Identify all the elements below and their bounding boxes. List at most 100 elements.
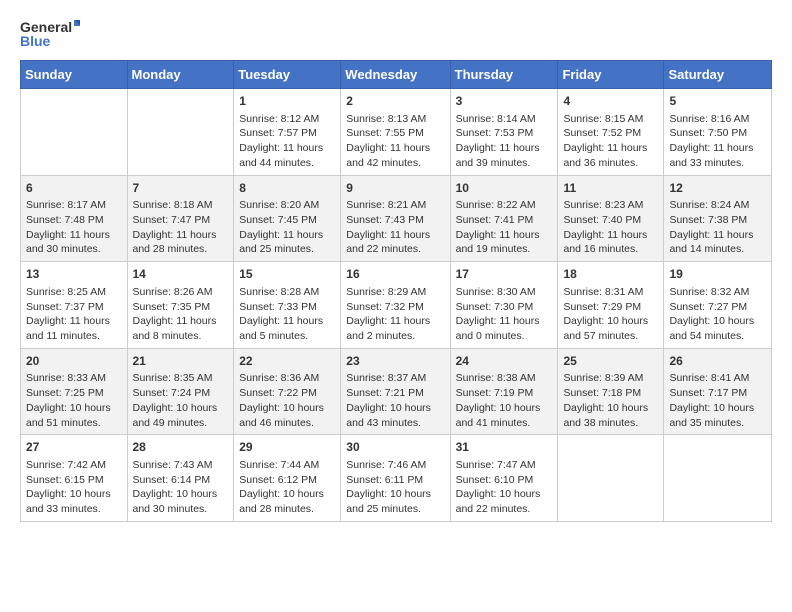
calendar-day-4: 4Sunrise: 8:15 AM Sunset: 7:52 PM Daylig…: [558, 89, 664, 176]
day-info: Sunrise: 8:41 AM Sunset: 7:17 PM Dayligh…: [669, 371, 766, 430]
calendar-day-29: 29 Sunrise: 7:44 AM Sunset: 6:12 PM Dayli…: [234, 435, 341, 522]
day-info: Sunrise: 8:17 AM Sunset: 7:48 PM Dayligh…: [26, 198, 122, 257]
calendar-day-7: 7Sunrise: 8:18 AM Sunset: 7:47 PM Daylig…: [127, 175, 234, 262]
calendar-day-21: 21Sunrise: 8:35 AM Sunset: 7:24 PM Dayli…: [127, 348, 234, 435]
day-info: Sunrise: 8:15 AM Sunset: 7:52 PM Dayligh…: [563, 112, 658, 171]
day-info: Sunrise: 8:30 AM Sunset: 7:30 PM Dayligh…: [456, 285, 553, 344]
day-number: 7: [133, 180, 229, 197]
calendar-week-row: 1 Sunrise: 8:12 AM Sunset: 7:57 PM Daylig…: [21, 89, 772, 176]
calendar-day-empty: [558, 435, 664, 522]
day-number: 24: [456, 353, 553, 370]
day-info: Sunrise: 8:12 AM Sunset: 7:57 PM Dayligh…: [239, 112, 335, 171]
calendar-week-row: 13 Sunrise: 8:25 AM Sunset: 7:37 PM Dayli…: [21, 262, 772, 349]
calendar-day-15: 15 Sunrise: 8:28 AM Sunset: 7:33 PM Dayli…: [234, 262, 341, 349]
day-info: Sunrise: 8:21 AM Sunset: 7:43 PM Dayligh…: [346, 198, 444, 257]
calendar-day-empty: [664, 435, 772, 522]
col-header-tuesday: Tuesday: [234, 61, 341, 89]
day-info: Sunrise: 8:37 AM Sunset: 7:21 PM Dayligh…: [346, 371, 444, 430]
day-info: Sunrise: 8:29 AM Sunset: 7:32 PM Dayligh…: [346, 285, 444, 344]
calendar-day-6: 6Sunrise: 8:17 AM Sunset: 7:48 PM Daylig…: [21, 175, 128, 262]
day-number: 23: [346, 353, 444, 370]
day-number: 13: [26, 266, 122, 283]
day-number: 26: [669, 353, 766, 370]
day-number: 30: [346, 439, 444, 456]
day-number: 15: [239, 266, 335, 283]
day-info: Sunrise: 7:44 AM Sunset: 6:12 PM Dayligh…: [239, 458, 335, 517]
day-number: 1: [239, 93, 335, 110]
day-number: 31: [456, 439, 553, 456]
calendar-day-20: 20Sunrise: 8:33 AM Sunset: 7:25 PM Dayli…: [21, 348, 128, 435]
day-number: 16: [346, 266, 444, 283]
day-info: Sunrise: 8:26 AM Sunset: 7:35 PM Dayligh…: [133, 285, 229, 344]
calendar-day-18: 18 Sunrise: 8:31 AM Sunset: 7:29 PM Dayli…: [558, 262, 664, 349]
calendar-week-row: 27Sunrise: 7:42 AM Sunset: 6:15 PM Dayli…: [21, 435, 772, 522]
day-number: 9: [346, 180, 444, 197]
calendar-day-2: 2Sunrise: 8:13 AM Sunset: 7:55 PM Daylig…: [341, 89, 450, 176]
day-number: 19: [669, 266, 766, 283]
calendar-week-row: 6Sunrise: 8:17 AM Sunset: 7:48 PM Daylig…: [21, 175, 772, 262]
page-header: General Blue: [20, 16, 772, 52]
col-header-wednesday: Wednesday: [341, 61, 450, 89]
calendar-day-26: 26Sunrise: 8:41 AM Sunset: 7:17 PM Dayli…: [664, 348, 772, 435]
day-number: 17: [456, 266, 553, 283]
day-info: Sunrise: 8:25 AM Sunset: 7:37 PM Dayligh…: [26, 285, 122, 344]
day-info: Sunrise: 8:24 AM Sunset: 7:38 PM Dayligh…: [669, 198, 766, 257]
calendar-table: SundayMondayTuesdayWednesdayThursdayFrid…: [20, 60, 772, 522]
calendar-day-22: 22Sunrise: 8:36 AM Sunset: 7:22 PM Dayli…: [234, 348, 341, 435]
day-info: Sunrise: 8:13 AM Sunset: 7:55 PM Dayligh…: [346, 112, 444, 171]
calendar-day-25: 25Sunrise: 8:39 AM Sunset: 7:18 PM Dayli…: [558, 348, 664, 435]
calendar-day-14: 14 Sunrise: 8:26 AM Sunset: 7:35 PM Dayli…: [127, 262, 234, 349]
day-info: Sunrise: 8:38 AM Sunset: 7:19 PM Dayligh…: [456, 371, 553, 430]
day-number: 12: [669, 180, 766, 197]
day-number: 14: [133, 266, 229, 283]
calendar-day-17: 17 Sunrise: 8:30 AM Sunset: 7:30 PM Dayli…: [450, 262, 558, 349]
day-info: Sunrise: 8:31 AM Sunset: 7:29 PM Dayligh…: [563, 285, 658, 344]
calendar-day-8: 8Sunrise: 8:20 AM Sunset: 7:45 PM Daylig…: [234, 175, 341, 262]
calendar-day-11: 11Sunrise: 8:23 AM Sunset: 7:40 PM Dayli…: [558, 175, 664, 262]
day-info: Sunrise: 8:32 AM Sunset: 7:27 PM Dayligh…: [669, 285, 766, 344]
calendar-day-12: 12Sunrise: 8:24 AM Sunset: 7:38 PM Dayli…: [664, 175, 772, 262]
calendar-day-3: 3 Sunrise: 8:14 AM Sunset: 7:53 PM Daylig…: [450, 89, 558, 176]
col-header-monday: Monday: [127, 61, 234, 89]
calendar-day-9: 9Sunrise: 8:21 AM Sunset: 7:43 PM Daylig…: [341, 175, 450, 262]
col-header-saturday: Saturday: [664, 61, 772, 89]
svg-text:Blue: Blue: [20, 33, 51, 49]
day-number: 28: [133, 439, 229, 456]
day-number: 6: [26, 180, 122, 197]
day-info: Sunrise: 8:39 AM Sunset: 7:18 PM Dayligh…: [563, 371, 658, 430]
day-number: 29: [239, 439, 335, 456]
day-number: 22: [239, 353, 335, 370]
calendar-day-23: 23Sunrise: 8:37 AM Sunset: 7:21 PM Dayli…: [341, 348, 450, 435]
day-info: Sunrise: 8:28 AM Sunset: 7:33 PM Dayligh…: [239, 285, 335, 344]
col-header-friday: Friday: [558, 61, 664, 89]
day-info: Sunrise: 7:46 AM Sunset: 6:11 PM Dayligh…: [346, 458, 444, 517]
day-info: Sunrise: 8:22 AM Sunset: 7:41 PM Dayligh…: [456, 198, 553, 257]
calendar-day-1: 1 Sunrise: 8:12 AM Sunset: 7:57 PM Daylig…: [234, 89, 341, 176]
day-number: 10: [456, 180, 553, 197]
day-info: Sunrise: 8:35 AM Sunset: 7:24 PM Dayligh…: [133, 371, 229, 430]
calendar-day-empty: [127, 89, 234, 176]
day-info: Sunrise: 7:43 AM Sunset: 6:14 PM Dayligh…: [133, 458, 229, 517]
day-number: 3: [456, 93, 553, 110]
calendar-day-empty: [21, 89, 128, 176]
day-info: Sunrise: 8:14 AM Sunset: 7:53 PM Dayligh…: [456, 112, 553, 171]
calendar-day-16: 16 Sunrise: 8:29 AM Sunset: 7:32 PM Dayli…: [341, 262, 450, 349]
day-info: Sunrise: 7:42 AM Sunset: 6:15 PM Dayligh…: [26, 458, 122, 517]
col-header-thursday: Thursday: [450, 61, 558, 89]
day-info: Sunrise: 8:23 AM Sunset: 7:40 PM Dayligh…: [563, 198, 658, 257]
calendar-header-row: SundayMondayTuesdayWednesdayThursdayFrid…: [21, 61, 772, 89]
calendar-day-31: 31Sunrise: 7:47 AM Sunset: 6:10 PM Dayli…: [450, 435, 558, 522]
day-number: 5: [669, 93, 766, 110]
col-header-sunday: Sunday: [21, 61, 128, 89]
day-number: 25: [563, 353, 658, 370]
day-number: 18: [563, 266, 658, 283]
calendar-day-27: 27Sunrise: 7:42 AM Sunset: 6:15 PM Dayli…: [21, 435, 128, 522]
day-number: 21: [133, 353, 229, 370]
calendar-week-row: 20Sunrise: 8:33 AM Sunset: 7:25 PM Dayli…: [21, 348, 772, 435]
day-info: Sunrise: 8:18 AM Sunset: 7:47 PM Dayligh…: [133, 198, 229, 257]
calendar-day-28: 28 Sunrise: 7:43 AM Sunset: 6:14 PM Dayli…: [127, 435, 234, 522]
logo-svg: General Blue: [20, 16, 80, 52]
calendar-day-13: 13 Sunrise: 8:25 AM Sunset: 7:37 PM Dayli…: [21, 262, 128, 349]
calendar-day-10: 10Sunrise: 8:22 AM Sunset: 7:41 PM Dayli…: [450, 175, 558, 262]
calendar-day-30: 30 Sunrise: 7:46 AM Sunset: 6:11 PM Dayli…: [341, 435, 450, 522]
